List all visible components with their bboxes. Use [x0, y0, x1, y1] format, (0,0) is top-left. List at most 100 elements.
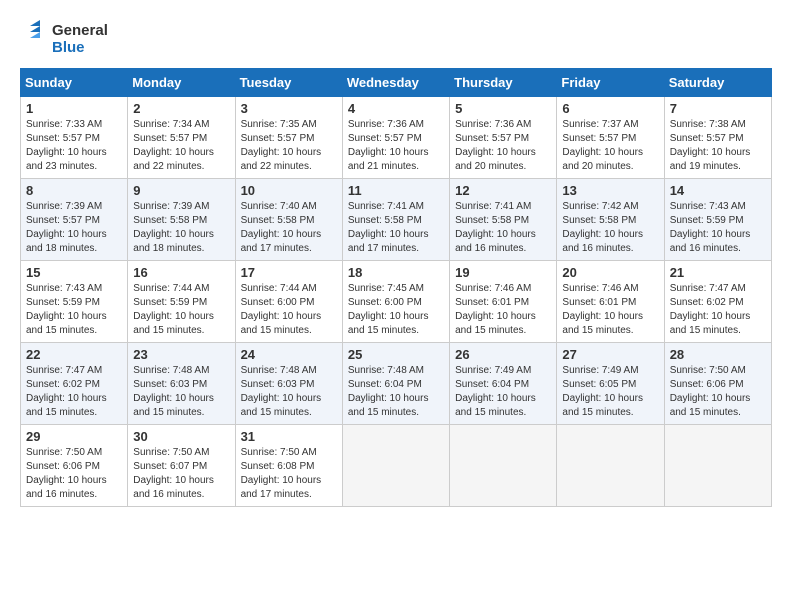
- day-header-wednesday: Wednesday: [342, 69, 449, 97]
- calendar-cell: 25Sunrise: 7:48 AM Sunset: 6:04 PM Dayli…: [342, 343, 449, 425]
- day-header-sunday: Sunday: [21, 69, 128, 97]
- cell-details: Sunrise: 7:44 AM Sunset: 6:00 PM Dayligh…: [241, 282, 337, 338]
- day-header-saturday: Saturday: [664, 69, 771, 97]
- calendar-cell: 23 Sunrise: 7:48 AM Sunset: 6:03 PM Dayli…: [128, 343, 235, 425]
- day-number: 19: [455, 265, 551, 280]
- calendar-row: 8 Sunrise: 7:39 AM Sunset: 5:57 PM Daylig…: [21, 179, 772, 261]
- header: General Blue: [20, 20, 772, 58]
- cell-details: Sunrise: 7:39 AM Sunset: 5:57 PM Dayligh…: [26, 200, 122, 256]
- logo-container: General Blue: [20, 20, 108, 58]
- calendar-cell: [450, 425, 557, 507]
- day-number: 4: [348, 101, 444, 116]
- calendar-cell: 1 Sunrise: 7:33 AM Sunset: 5:57 PM Daylig…: [21, 97, 128, 179]
- day-number: 27: [562, 347, 658, 362]
- calendar-cell: 7Sunrise: 7:38 AM Sunset: 5:57 PM Daylig…: [664, 97, 771, 179]
- calendar-cell: 10 Sunrise: 7:40 AM Sunset: 5:58 PM Dayli…: [235, 179, 342, 261]
- day-header-friday: Friday: [557, 69, 664, 97]
- calendar-cell: 6Sunrise: 7:37 AM Sunset: 5:57 PM Daylig…: [557, 97, 664, 179]
- day-number: 30: [133, 429, 229, 444]
- day-number: 23: [133, 347, 229, 362]
- logo-line2: Blue: [52, 39, 108, 56]
- day-number: 13: [562, 183, 658, 198]
- day-number: 5: [455, 101, 551, 116]
- calendar-cell: [342, 425, 449, 507]
- cell-details: Sunrise: 7:41 AM Sunset: 5:58 PM Dayligh…: [348, 200, 444, 256]
- calendar-cell: 30Sunrise: 7:50 AM Sunset: 6:07 PM Dayli…: [128, 425, 235, 507]
- cell-details: Sunrise: 7:45 AM Sunset: 6:00 PM Dayligh…: [348, 282, 444, 338]
- day-number: 17: [241, 265, 337, 280]
- cell-details: Sunrise: 7:42 AM Sunset: 5:58 PM Dayligh…: [562, 200, 658, 256]
- calendar-cell: 16 Sunrise: 7:44 AM Sunset: 5:59 PM Dayli…: [128, 261, 235, 343]
- cell-details: Sunrise: 7:49 AM Sunset: 6:04 PM Dayligh…: [455, 364, 551, 420]
- day-header-monday: Monday: [128, 69, 235, 97]
- day-number: 6: [562, 101, 658, 116]
- calendar-cell: 4 Sunrise: 7:36 AM Sunset: 5:57 PM Daylig…: [342, 97, 449, 179]
- calendar-cell: 29 Sunrise: 7:50 AM Sunset: 6:06 PM Dayli…: [21, 425, 128, 507]
- day-number: 1: [26, 101, 122, 116]
- calendar-row: 15 Sunrise: 7:43 AM Sunset: 5:59 PM Dayli…: [21, 261, 772, 343]
- day-number: 21: [670, 265, 766, 280]
- cell-details: Sunrise: 7:41 AM Sunset: 5:58 PM Dayligh…: [455, 200, 551, 256]
- day-number: 9: [133, 183, 229, 198]
- logo-text: General Blue: [52, 22, 108, 57]
- cell-details: Sunrise: 7:48 AM Sunset: 6:03 PM Dayligh…: [133, 364, 229, 420]
- cell-details: Sunrise: 7:50 AM Sunset: 6:08 PM Dayligh…: [241, 446, 337, 502]
- day-number: 10: [241, 183, 337, 198]
- day-number: 14: [670, 183, 766, 198]
- calendar-cell: 15 Sunrise: 7:43 AM Sunset: 5:59 PM Dayli…: [21, 261, 128, 343]
- cell-details: Sunrise: 7:35 AM Sunset: 5:57 PM Dayligh…: [241, 118, 337, 174]
- day-number: 12: [455, 183, 551, 198]
- calendar-cell: 27Sunrise: 7:49 AM Sunset: 6:05 PM Dayli…: [557, 343, 664, 425]
- day-header-thursday: Thursday: [450, 69, 557, 97]
- cell-details: Sunrise: 7:33 AM Sunset: 5:57 PM Dayligh…: [26, 118, 122, 174]
- calendar-cell: 12 Sunrise: 7:41 AM Sunset: 5:58 PM Dayli…: [450, 179, 557, 261]
- calendar-row: 1 Sunrise: 7:33 AM Sunset: 5:57 PM Daylig…: [21, 97, 772, 179]
- day-number: 28: [670, 347, 766, 362]
- calendar-cell: 9Sunrise: 7:39 AM Sunset: 5:58 PM Daylig…: [128, 179, 235, 261]
- day-number: 20: [562, 265, 658, 280]
- calendar-cell: 14Sunrise: 7:43 AM Sunset: 5:59 PM Dayli…: [664, 179, 771, 261]
- cell-details: Sunrise: 7:50 AM Sunset: 6:06 PM Dayligh…: [670, 364, 766, 420]
- day-number: 15: [26, 265, 122, 280]
- day-header-tuesday: Tuesday: [235, 69, 342, 97]
- cell-details: Sunrise: 7:36 AM Sunset: 5:57 PM Dayligh…: [348, 118, 444, 174]
- cell-details: Sunrise: 7:46 AM Sunset: 6:01 PM Dayligh…: [562, 282, 658, 338]
- calendar-cell: 2Sunrise: 7:34 AM Sunset: 5:57 PM Daylig…: [128, 97, 235, 179]
- calendar-cell: 20 Sunrise: 7:46 AM Sunset: 6:01 PM Dayli…: [557, 261, 664, 343]
- calendar-row: 22Sunrise: 7:47 AM Sunset: 6:02 PM Dayli…: [21, 343, 772, 425]
- cell-details: Sunrise: 7:47 AM Sunset: 6:02 PM Dayligh…: [670, 282, 766, 338]
- day-number: 29: [26, 429, 122, 444]
- cell-details: Sunrise: 7:43 AM Sunset: 5:59 PM Dayligh…: [26, 282, 122, 338]
- day-number: 8: [26, 183, 122, 198]
- calendar-table: SundayMondayTuesdayWednesdayThursdayFrid…: [20, 68, 772, 507]
- day-number: 25: [348, 347, 444, 362]
- cell-details: Sunrise: 7:48 AM Sunset: 6:03 PM Dayligh…: [241, 364, 337, 420]
- cell-details: Sunrise: 7:34 AM Sunset: 5:57 PM Dayligh…: [133, 118, 229, 174]
- calendar-cell: 31 Sunrise: 7:50 AM Sunset: 6:08 PM Dayli…: [235, 425, 342, 507]
- calendar-cell: [557, 425, 664, 507]
- day-number: 26: [455, 347, 551, 362]
- cell-details: Sunrise: 7:47 AM Sunset: 6:02 PM Dayligh…: [26, 364, 122, 420]
- day-number: 16: [133, 265, 229, 280]
- calendar-cell: 8 Sunrise: 7:39 AM Sunset: 5:57 PM Daylig…: [21, 179, 128, 261]
- calendar-cell: 19 Sunrise: 7:46 AM Sunset: 6:01 PM Dayli…: [450, 261, 557, 343]
- day-number: 24: [241, 347, 337, 362]
- calendar-cell: 28 Sunrise: 7:50 AM Sunset: 6:06 PM Dayli…: [664, 343, 771, 425]
- day-number: 11: [348, 183, 444, 198]
- calendar-cell: 26 Sunrise: 7:49 AM Sunset: 6:04 PM Dayli…: [450, 343, 557, 425]
- cell-details: Sunrise: 7:40 AM Sunset: 5:58 PM Dayligh…: [241, 200, 337, 256]
- calendar-cell: 3 Sunrise: 7:35 AM Sunset: 5:57 PM Daylig…: [235, 97, 342, 179]
- calendar-cell: 11 Sunrise: 7:41 AM Sunset: 5:58 PM Dayli…: [342, 179, 449, 261]
- calendar-row: 29 Sunrise: 7:50 AM Sunset: 6:06 PM Dayli…: [21, 425, 772, 507]
- cell-details: Sunrise: 7:50 AM Sunset: 6:06 PM Dayligh…: [26, 446, 122, 502]
- cell-details: Sunrise: 7:46 AM Sunset: 6:01 PM Dayligh…: [455, 282, 551, 338]
- day-number: 31: [241, 429, 337, 444]
- cell-details: Sunrise: 7:36 AM Sunset: 5:57 PM Dayligh…: [455, 118, 551, 174]
- calendar-cell: [664, 425, 771, 507]
- calendar-cell: 24 Sunrise: 7:48 AM Sunset: 6:03 PM Dayli…: [235, 343, 342, 425]
- day-number: 3: [241, 101, 337, 116]
- calendar-cell: 13 Sunrise: 7:42 AM Sunset: 5:58 PM Dayli…: [557, 179, 664, 261]
- day-number: 18: [348, 265, 444, 280]
- cell-details: Sunrise: 7:44 AM Sunset: 5:59 PM Dayligh…: [133, 282, 229, 338]
- logo-line1: General: [52, 22, 108, 39]
